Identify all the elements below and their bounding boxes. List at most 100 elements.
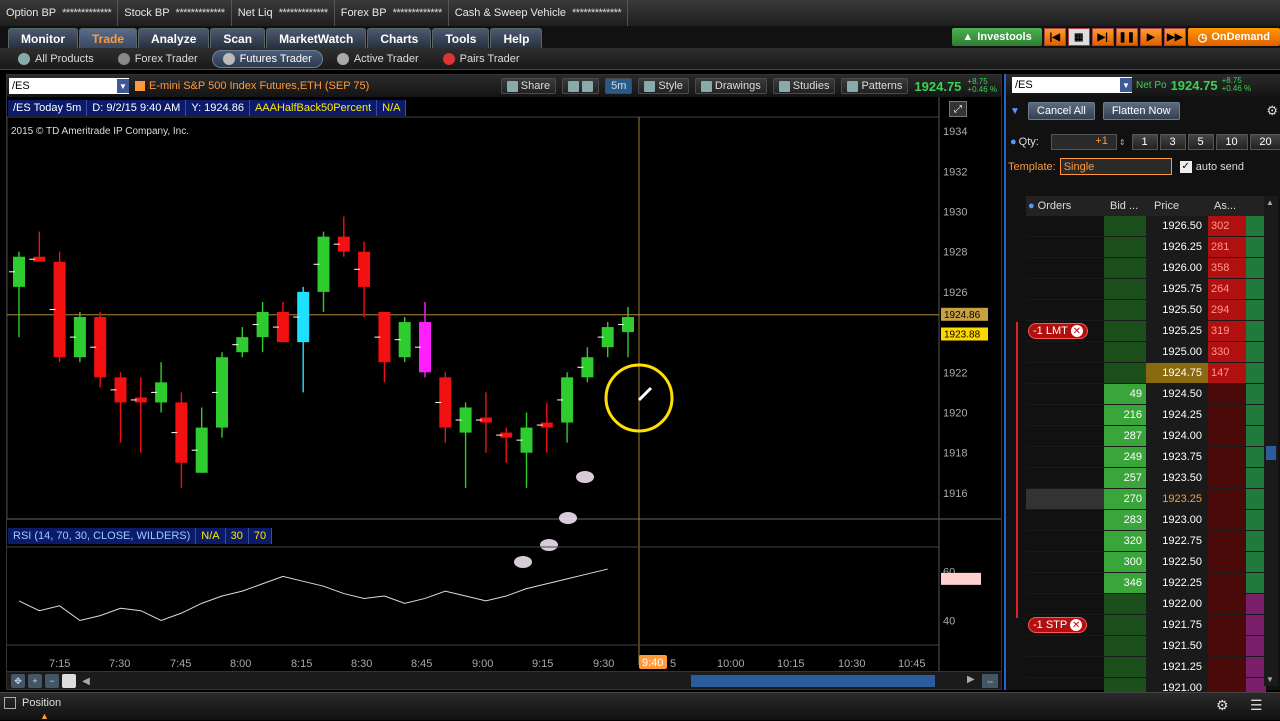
scroll-left-icon[interactable]: ◀: [79, 674, 93, 688]
ladder-row[interactable]: 1921.25: [1026, 657, 1266, 678]
ladder-order-cell[interactable]: [1026, 531, 1104, 551]
subtab-pairs-trader[interactable]: Pairs Trader: [433, 51, 530, 67]
ladder-ask-cell[interactable]: [1208, 468, 1246, 488]
ladder-bid-cell[interactable]: [1104, 636, 1146, 656]
chevron-down-icon[interactable]: ▼: [117, 79, 129, 93]
ladder-row[interactable]: -1 STP ✕ 1921.75: [1026, 615, 1266, 636]
ladder-bid-cell[interactable]: 346: [1104, 573, 1146, 593]
zoom-out-icon[interactable]: −: [45, 674, 59, 688]
ladder-row[interactable]: 1925.50 294: [1026, 300, 1266, 321]
flatten-now-button[interactable]: Flatten Now: [1102, 102, 1180, 120]
expand-button[interactable]: ⤢: [949, 101, 967, 117]
ladder-order-cell[interactable]: [1026, 489, 1104, 509]
ladder-row[interactable]: 1924.75 147: [1026, 363, 1266, 384]
tab-marketwatch[interactable]: MarketWatch: [266, 28, 367, 48]
col-bid[interactable]: Bid ...: [1104, 196, 1146, 216]
ladder-row[interactable]: 257 1923.50: [1026, 468, 1266, 489]
subtab-active-trader[interactable]: Active Trader: [327, 51, 429, 67]
ladder-order-cell[interactable]: [1026, 237, 1104, 257]
ladder-bid-cell[interactable]: [1104, 657, 1146, 677]
ladder-bid-cell[interactable]: 249: [1104, 447, 1146, 467]
ladder-order-cell[interactable]: [1026, 300, 1104, 320]
ladder-bid-cell[interactable]: [1104, 279, 1146, 299]
ladder-order-cell[interactable]: [1026, 510, 1104, 530]
ladder-ask-cell[interactable]: 281: [1208, 237, 1246, 257]
share-button[interactable]: Share: [500, 78, 557, 94]
tab-monitor[interactable]: Monitor: [8, 28, 78, 48]
ladder-bid-cell[interactable]: 283: [1104, 510, 1146, 530]
ladder-order-cell[interactable]: -1 LMT ✕: [1026, 321, 1104, 341]
ladder-bid-cell[interactable]: 320: [1104, 531, 1146, 551]
pause-button[interactable]: ❚❚: [1115, 28, 1138, 46]
ladder-row[interactable]: 216 1924.25: [1026, 405, 1266, 426]
tab-analyze[interactable]: Analyze: [138, 28, 210, 48]
position-tab[interactable]: Position: [4, 697, 61, 709]
ladder-order-cell[interactable]: [1026, 468, 1104, 488]
ladder-ask-cell[interactable]: 264: [1208, 279, 1246, 299]
ladder-ask-cell[interactable]: [1208, 447, 1246, 467]
zoom-in-icon[interactable]: +: [28, 674, 42, 688]
style-button[interactable]: Style: [638, 78, 689, 94]
ladder-order-cell[interactable]: [1026, 657, 1104, 677]
qty-preset-1[interactable]: 1: [1131, 134, 1158, 150]
col-ask[interactable]: As...: [1208, 196, 1246, 216]
ladder-row[interactable]: 1922.00: [1026, 594, 1266, 615]
aggregation-button[interactable]: 5m: [605, 78, 633, 94]
ladder-bid-cell[interactable]: [1104, 594, 1146, 614]
qty-preset-20[interactable]: 20: [1249, 134, 1280, 150]
qty-input[interactable]: +1: [1050, 134, 1117, 150]
ladder-order-cell[interactable]: [1026, 573, 1104, 593]
step-forward-button[interactable]: ▶|: [1091, 28, 1114, 46]
ladder-ask-cell[interactable]: [1208, 573, 1246, 593]
investools-button[interactable]: ▲ Investools: [952, 28, 1042, 46]
ladder-ask-cell[interactable]: [1208, 615, 1246, 635]
ladder-bid-cell[interactable]: [1104, 258, 1146, 278]
ladder-bid-cell[interactable]: [1104, 237, 1146, 257]
calendar-button[interactable]: ▦: [1067, 28, 1090, 46]
ladder-order-cell[interactable]: [1026, 552, 1104, 572]
ladder-order-cell[interactable]: [1026, 258, 1104, 278]
trader-symbol-input[interactable]: /ES ▼: [1012, 77, 1132, 93]
ladder-bid-cell[interactable]: [1104, 342, 1146, 362]
ladder-row[interactable]: 249 1923.75: [1026, 447, 1266, 468]
ladder-bid-cell[interactable]: [1104, 363, 1146, 383]
ladder-bid-cell[interactable]: [1104, 615, 1146, 635]
ladder-row[interactable]: 283 1923.00: [1026, 510, 1266, 531]
ladder-ask-cell[interactable]: [1208, 405, 1246, 425]
ladder-row[interactable]: 1926.25 281: [1026, 237, 1266, 258]
ladder-bid-cell[interactable]: 216: [1104, 405, 1146, 425]
ladder-ask-cell[interactable]: 294: [1208, 300, 1246, 320]
ladder-ask-cell[interactable]: 330: [1208, 342, 1246, 362]
ladder-ask-cell[interactable]: [1208, 531, 1246, 551]
tab-trade[interactable]: Trade: [79, 28, 138, 48]
ladder-order-cell[interactable]: [1026, 594, 1104, 614]
cancel-all-button[interactable]: Cancel All: [1027, 102, 1095, 120]
qty-preset-3[interactable]: 3: [1159, 134, 1186, 150]
ladder-bid-cell[interactable]: 270: [1104, 489, 1146, 509]
ladder-ask-cell[interactable]: [1208, 552, 1246, 572]
ladder-ask-cell[interactable]: [1208, 594, 1246, 614]
ladder-row[interactable]: 1921.50: [1026, 636, 1266, 657]
fit-width-icon[interactable]: ⇔: [982, 674, 998, 688]
scroll-thumb[interactable]: [691, 675, 935, 687]
ladder-row[interactable]: 346 1922.25: [1026, 573, 1266, 594]
ladder-order-cell[interactable]: [1026, 447, 1104, 467]
ladder-bid-cell[interactable]: 49: [1104, 384, 1146, 404]
ladder-order-cell[interactable]: [1026, 279, 1104, 299]
ladder-ask-cell[interactable]: [1208, 489, 1246, 509]
play-button[interactable]: ▶: [1139, 28, 1162, 46]
settings-gear-icon[interactable]: ⚙: [1216, 697, 1229, 714]
chart-scrollbar[interactable]: ✥ + − ◀ ▶ ⇔: [7, 671, 1001, 689]
ladder-order-cell[interactable]: [1026, 363, 1104, 383]
order-tag[interactable]: -1 LMT ✕: [1028, 323, 1088, 339]
ladder-order-cell[interactable]: [1026, 342, 1104, 362]
auto-send-checkbox[interactable]: ✓: [1179, 160, 1192, 173]
tab-charts[interactable]: Charts: [367, 28, 432, 48]
ladder-ask-cell[interactable]: [1208, 636, 1246, 656]
ladder-bid-cell[interactable]: [1104, 321, 1146, 341]
ladder-bid-cell[interactable]: 287: [1104, 426, 1146, 446]
scroll-right-icon[interactable]: ▶: [967, 674, 975, 685]
cancel-order-icon[interactable]: ✕: [1070, 325, 1083, 337]
skip-back-button[interactable]: |◀: [1043, 28, 1066, 46]
ladder-order-cell[interactable]: [1026, 384, 1104, 404]
